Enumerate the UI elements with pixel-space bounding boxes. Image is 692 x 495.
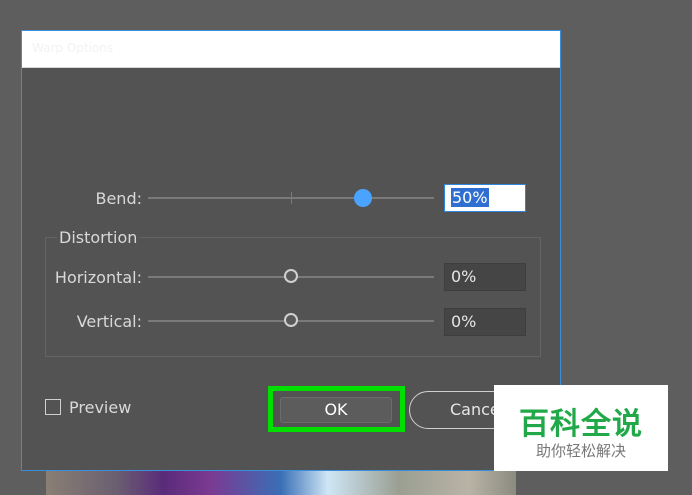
distortion-group-label: Distortion xyxy=(57,228,140,247)
watermark-subtitle: 助你轻松解决 xyxy=(535,442,626,460)
dialog-title: Warp Options xyxy=(32,41,114,55)
warp-options-dialog: Warp Options Bend: 50% Distortion Horizo… xyxy=(21,30,561,471)
vertical-slider-handle[interactable] xyxy=(284,313,298,327)
ok-button[interactable]: OK xyxy=(280,397,392,423)
preview-label[interactable]: Preview xyxy=(69,398,131,417)
watermark-logo: 百科全说 助你轻松解决 xyxy=(494,385,668,471)
vertical-value-input[interactable]: 0% xyxy=(444,308,526,336)
bend-value-input[interactable]: 50% xyxy=(444,184,526,212)
preview-checkbox[interactable] xyxy=(45,399,61,415)
distortion-group xyxy=(45,237,541,357)
horizontal-slider-handle[interactable] xyxy=(284,269,298,283)
horizontal-value-input[interactable]: 0% xyxy=(444,263,526,291)
dialog-title-bar[interactable]: Warp Options xyxy=(22,31,560,68)
bend-slider-center-tick xyxy=(291,192,292,204)
bend-value-selected-text: 50% xyxy=(451,188,489,207)
vertical-label: Vertical: xyxy=(76,312,142,331)
bend-slider-handle[interactable] xyxy=(353,189,372,207)
bend-label: Bend: xyxy=(95,189,142,208)
watermark-title: 百科全说 xyxy=(519,407,643,442)
horizontal-label: Horizontal: xyxy=(54,268,142,287)
canvas-image-preview xyxy=(46,470,516,495)
